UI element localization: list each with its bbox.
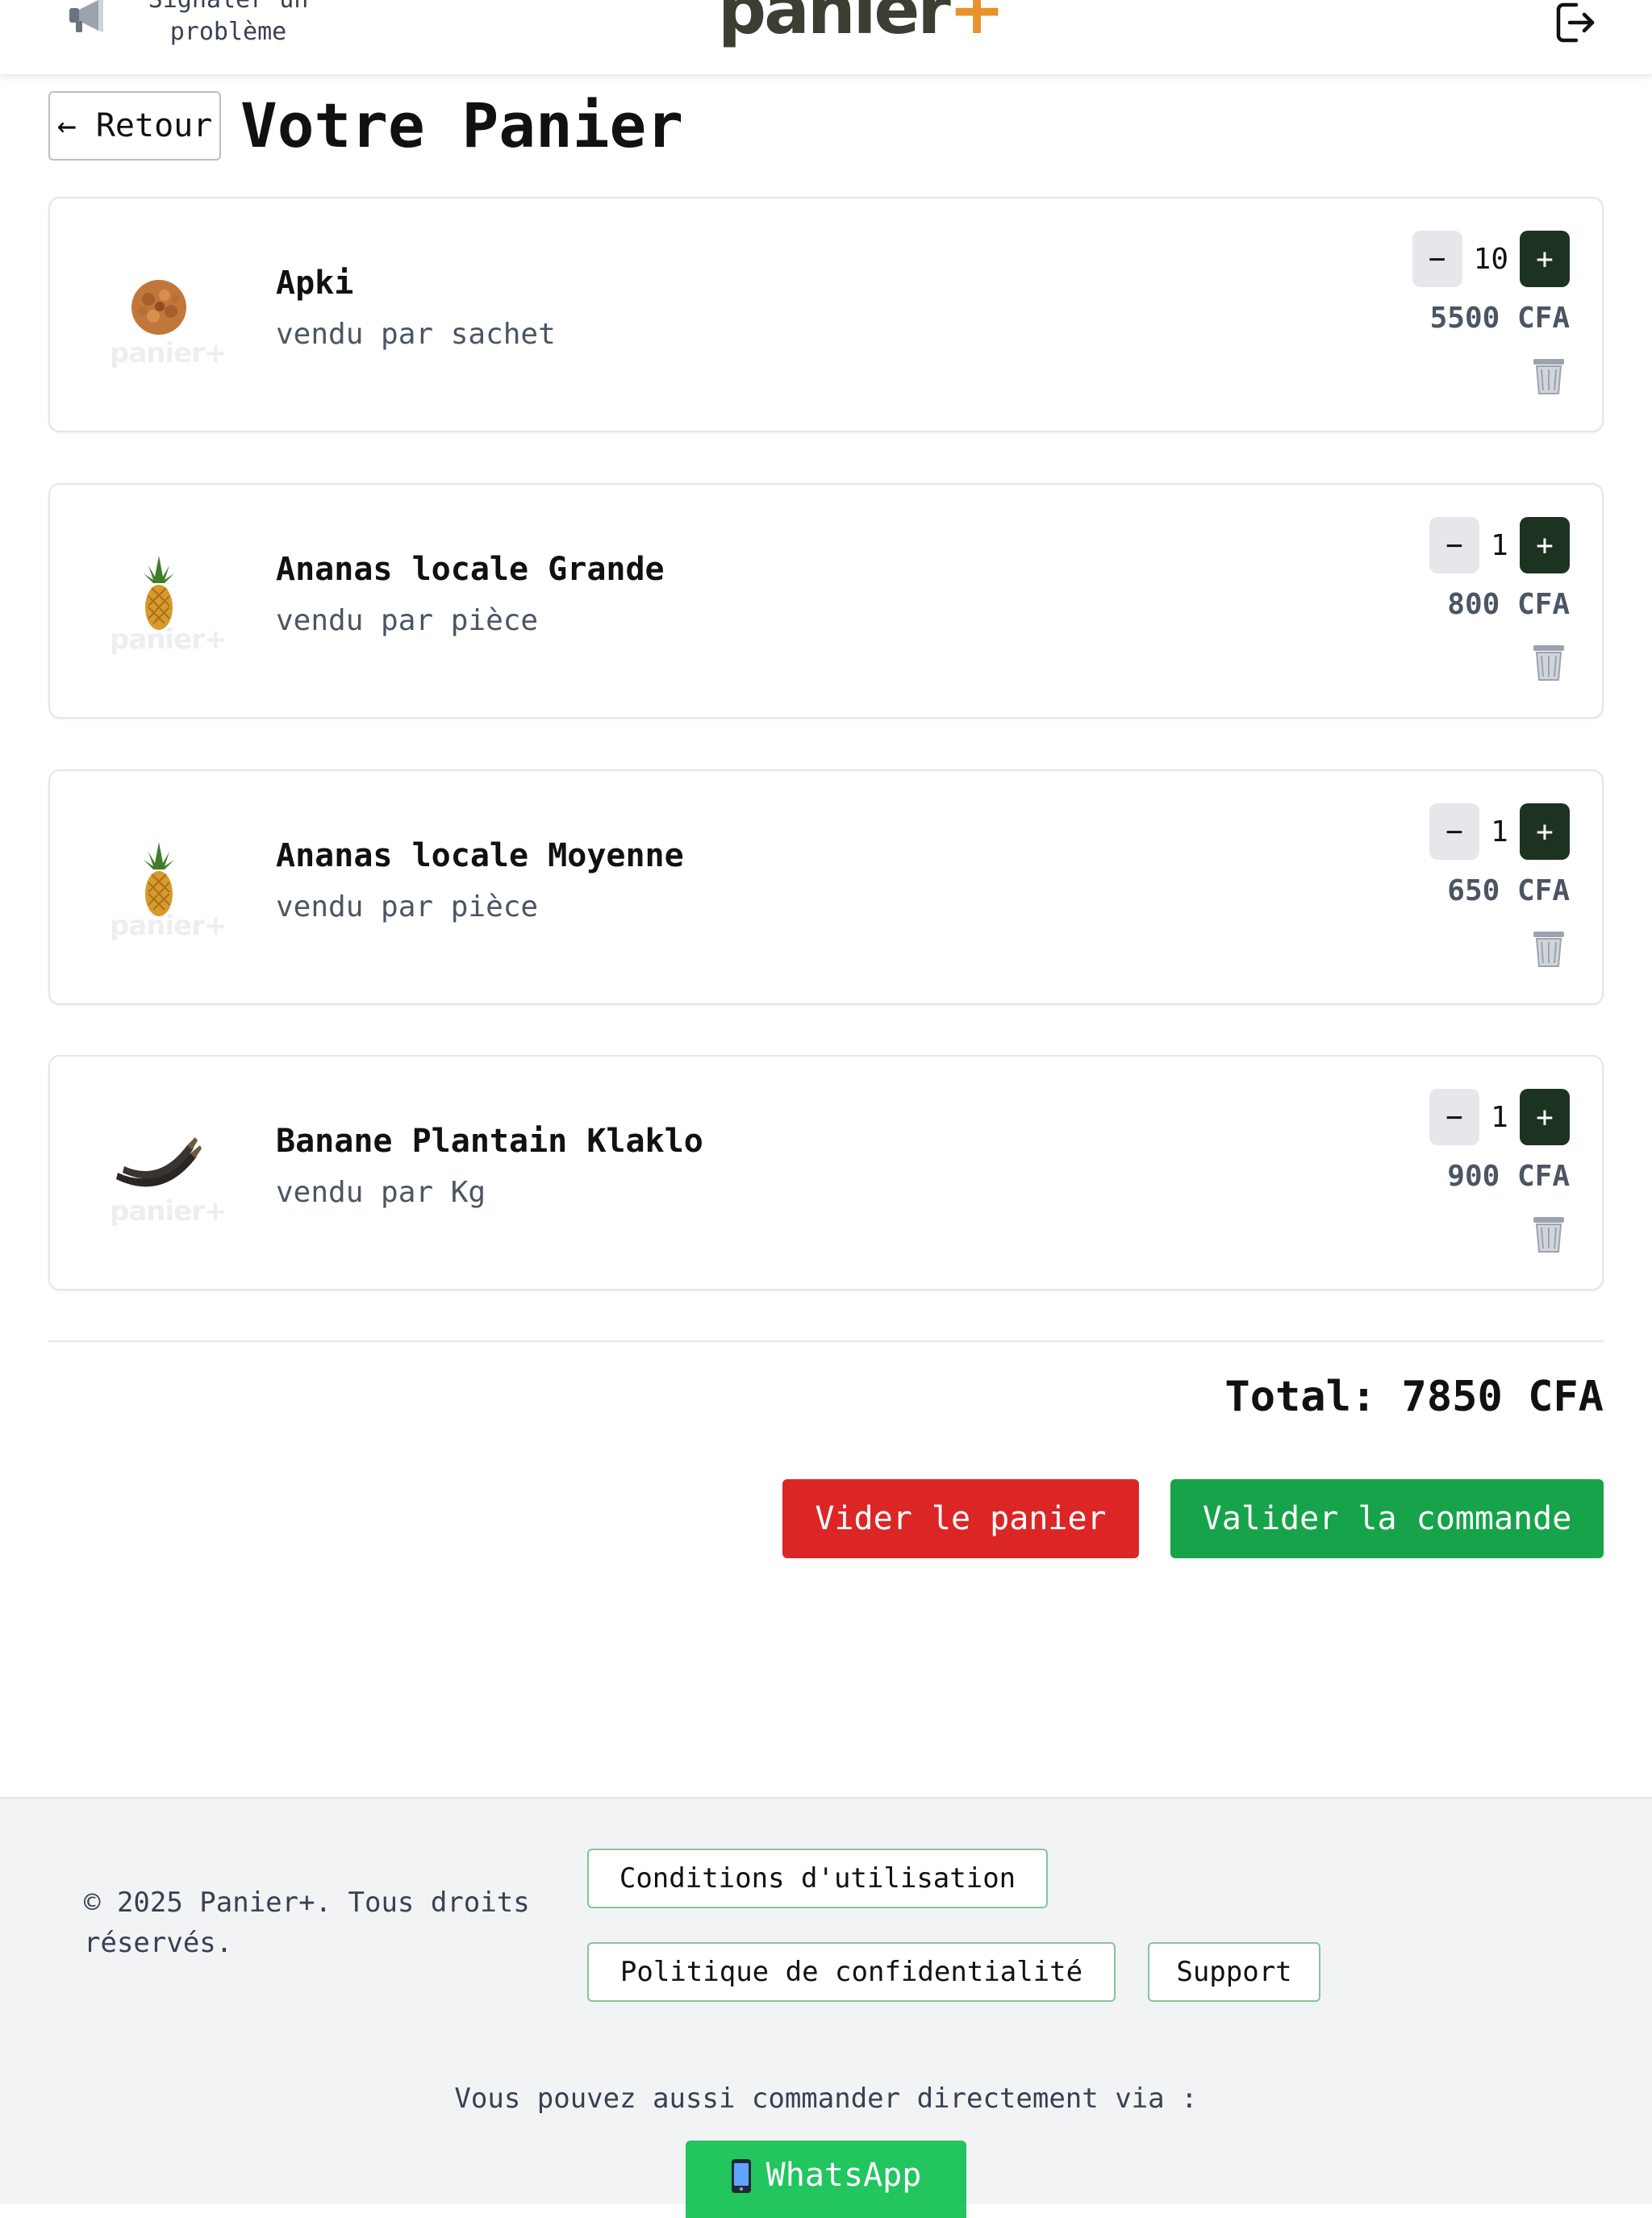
image-watermark: panier+	[110, 623, 227, 656]
order-via-text: Vous pouvez aussi commander directement …	[454, 2083, 1198, 2115]
copyright-text: © 2025 Panier+. Tous droits réservés.	[84, 1887, 530, 1959]
product-name: Apki	[276, 265, 354, 302]
product-price: 900 CFA	[1447, 1160, 1570, 1193]
increase-quantity-button[interactable]: +	[1520, 231, 1570, 287]
page-title: Votre Panier	[240, 90, 684, 161]
trash-icon[interactable]	[1531, 643, 1566, 682]
quantity-stepper: − 1 +	[1429, 1089, 1570, 1145]
product-unit: vendu par sachet	[276, 318, 556, 351]
cart-item: panier+ Ananas locale Moyenne vendu par …	[48, 769, 1604, 1005]
top-header: Signaler un problème panier+	[0, 0, 1652, 74]
cart-item: panier+ Apki vendu par sachet − 10 + 550…	[48, 197, 1604, 432]
mobile-phone-icon	[731, 2159, 751, 2193]
quantity-value: 1	[1491, 815, 1508, 848]
trash-icon[interactable]	[1531, 929, 1566, 968]
brand-logo[interactable]: panier+	[718, 0, 1005, 44]
megaphone-icon	[69, 0, 103, 32]
logo-plus: +	[948, 0, 1005, 49]
product-price: 5500 CFA	[1429, 302, 1570, 335]
image-watermark: panier+	[110, 337, 227, 369]
logo-text: panier	[718, 0, 951, 49]
product-unit: vendu par pièce	[276, 890, 539, 923]
divider	[48, 1340, 1604, 1342]
report-problem-label: Signaler un problème	[148, 0, 309, 46]
page-footer: © 2025 Panier+. Tous droits réservés. Co…	[0, 1797, 1652, 2218]
decrease-quantity-button[interactable]: −	[1429, 1089, 1479, 1145]
increase-quantity-button[interactable]: +	[1520, 803, 1570, 860]
image-watermark: panier+	[110, 1195, 227, 1228]
product-price: 800 CFA	[1447, 588, 1570, 621]
back-button[interactable]: ← Retour	[48, 91, 221, 161]
report-problem-button[interactable]: Signaler un problème	[65, 0, 321, 48]
whatsapp-label: WhatsApp	[766, 2157, 922, 2194]
product-price: 650 CFA	[1447, 874, 1570, 907]
product-image-pineapple: panier+	[106, 549, 227, 656]
clear-cart-button[interactable]: Vider le panier	[782, 1479, 1139, 1558]
validate-order-button[interactable]: Valider la commande	[1170, 1479, 1604, 1558]
support-link[interactable]: Support	[1148, 1942, 1320, 2002]
cart-total: Total: 7850 CFA	[1224, 1373, 1604, 1421]
decrease-quantity-button[interactable]: −	[1429, 803, 1479, 860]
quantity-value: 1	[1491, 528, 1508, 562]
decrease-quantity-button[interactable]: −	[1412, 231, 1462, 287]
whatsapp-button[interactable]: WhatsApp	[686, 2141, 966, 2218]
quantity-value: 1	[1491, 1100, 1508, 1134]
privacy-link[interactable]: Politique de confidentialité	[587, 1942, 1116, 2002]
increase-quantity-button[interactable]: +	[1520, 1089, 1570, 1145]
quantity-stepper: − 1 +	[1429, 803, 1570, 860]
product-name: Banane Plantain Klaklo	[276, 1123, 703, 1160]
product-image-apki: panier+	[106, 263, 227, 369]
logout-icon[interactable]	[1552, 0, 1597, 45]
terms-link[interactable]: Conditions d'utilisation	[587, 1849, 1048, 1908]
trash-icon[interactable]	[1531, 1215, 1566, 1253]
cart-item: panier+ Banane Plantain Klaklo vendu par…	[48, 1055, 1604, 1290]
product-unit: vendu par pièce	[276, 604, 539, 637]
product-image-pineapple: panier+	[106, 836, 227, 942]
product-name: Ananas locale Grande	[276, 551, 665, 588]
product-unit: vendu par Kg	[276, 1176, 486, 1209]
product-image-plantain: panier+	[106, 1121, 227, 1228]
image-watermark: panier+	[110, 910, 227, 942]
quantity-stepper: − 10 +	[1412, 231, 1570, 287]
cart-item: panier+ Ananas locale Grande vendu par p…	[48, 483, 1604, 719]
quantity-value: 10	[1473, 242, 1508, 276]
trash-icon[interactable]	[1531, 356, 1566, 395]
quantity-stepper: − 1 +	[1429, 517, 1570, 573]
product-name: Ananas locale Moyenne	[276, 837, 684, 874]
increase-quantity-button[interactable]: +	[1520, 517, 1570, 573]
decrease-quantity-button[interactable]: −	[1429, 517, 1479, 573]
